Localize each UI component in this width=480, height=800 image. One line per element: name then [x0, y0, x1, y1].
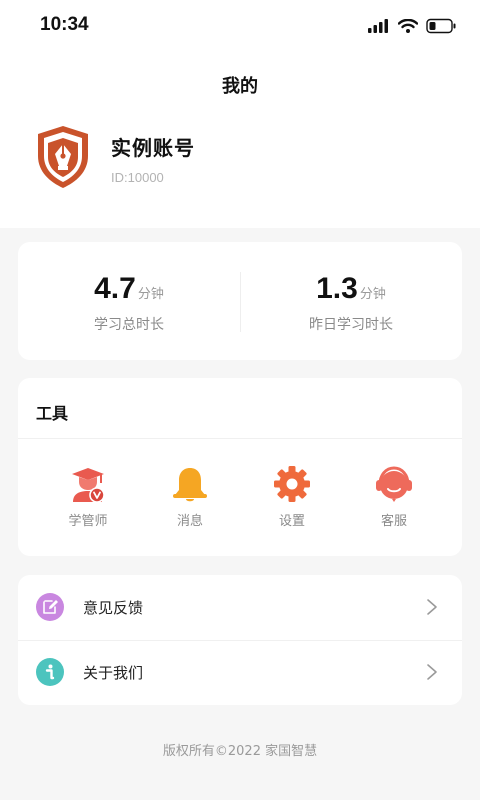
account-id-value: 10000: [127, 170, 164, 185]
pen-shield-logo-icon: [38, 126, 88, 188]
tool-advisor[interactable]: 学管师: [38, 464, 138, 534]
tool-customer-service[interactable]: 客服: [344, 464, 444, 534]
account-id: ID:10000: [111, 170, 164, 185]
battery-icon: [426, 18, 456, 34]
profile-header[interactable]: 实例账号 ID:10000: [34, 124, 454, 194]
stat-value: 1.3: [316, 272, 358, 305]
tool-label: 客服: [380, 514, 407, 529]
tools-title: 工具: [36, 404, 69, 423]
stat-label: 昨日学习时长: [309, 317, 393, 333]
study-stats-card: 4.7 分钟 学习总时长 1.3 分钟 昨日学习时长: [18, 242, 462, 360]
gear-icon: [274, 466, 310, 502]
status-icons: [368, 16, 456, 36]
bell-icon: [173, 468, 207, 502]
menu-card: 意见反馈 关于我们: [18, 575, 462, 705]
menu-item-about-us[interactable]: 关于我们: [18, 640, 462, 705]
stat-unit: 分钟: [359, 287, 386, 302]
tools-card: 工具 学管师 消息 设置 客服: [18, 378, 462, 556]
account-id-prefix: ID:: [111, 170, 128, 185]
stat-label: 学习总时长: [94, 317, 164, 333]
headset-icon: [376, 466, 412, 502]
copyright-footer: 版权所有©2022 家国智慧: [162, 744, 318, 759]
tool-label: 学管师: [68, 514, 108, 529]
tool-label: 消息: [176, 514, 203, 529]
page-title: 我的: [222, 76, 258, 97]
tools-divider: [18, 438, 462, 439]
chevron-right-icon: [427, 664, 437, 680]
graduate-advisor-icon: [72, 468, 105, 503]
edit-feedback-icon: [36, 593, 64, 621]
stat-unit: 分钟: [137, 287, 164, 302]
stat-value-row: 4.7 分钟: [18, 272, 240, 306]
menu-label: 意见反馈: [83, 599, 144, 617]
top-section: 10:34 我的 实例账号 ID:10000: [0, 0, 480, 228]
account-name: 实例账号: [111, 136, 195, 160]
wifi-icon: [398, 19, 418, 33]
tool-settings[interactable]: 设置: [242, 464, 342, 534]
chevron-right-icon: [427, 599, 437, 615]
stat-value: 4.7: [94, 272, 136, 305]
stat-yesterday-duration[interactable]: 1.3 分钟 昨日学习时长: [240, 242, 462, 360]
status-bar: 10:34: [0, 0, 480, 52]
stat-value-row: 1.3 分钟: [240, 272, 462, 306]
menu-label: 关于我们: [83, 664, 144, 682]
info-icon: [36, 658, 64, 686]
menu-item-feedback[interactable]: 意见反馈: [18, 575, 462, 640]
signal-icon: [368, 19, 388, 33]
status-time: 10:34: [40, 14, 89, 35]
tool-messages[interactable]: 消息: [140, 464, 240, 534]
stat-total-duration[interactable]: 4.7 分钟 学习总时长: [18, 242, 240, 360]
tool-label: 设置: [278, 514, 305, 529]
